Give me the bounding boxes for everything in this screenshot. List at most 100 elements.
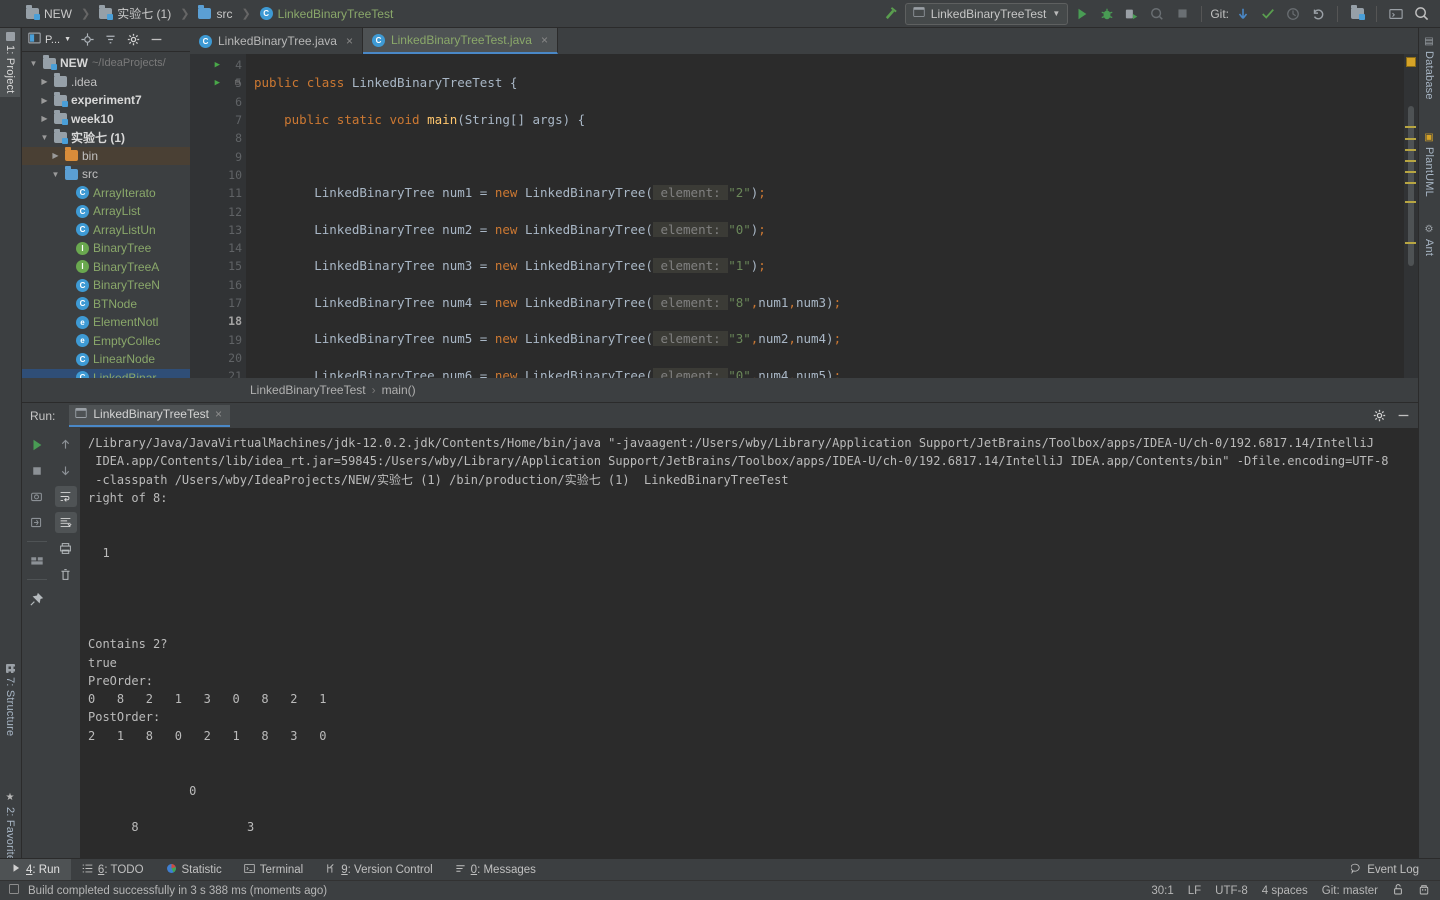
editor-scroll-minimap[interactable]	[1404, 54, 1418, 378]
line-separator[interactable]: LF	[1188, 885, 1201, 897]
gutter-line[interactable]: 4 ▶	[190, 56, 246, 74]
settings-gear-icon[interactable]	[1372, 409, 1386, 423]
run-gutter-icon[interactable]: ▶	[215, 60, 220, 70]
run-configuration-selector[interactable]: LinkedBinaryTreeTest ▼	[904, 2, 1069, 25]
stop-icon[interactable]	[1171, 3, 1193, 25]
git-branch[interactable]: Git: master	[1322, 885, 1378, 897]
breadcrumb-item-new[interactable]: NEW	[22, 5, 76, 23]
tree-node[interactable]: ▶ .idea	[22, 73, 190, 92]
tree-node[interactable]: e EmptyCollec	[22, 332, 190, 351]
code-fold-icon[interactable]: ⊟	[235, 78, 240, 88]
close-icon[interactable]: ×	[215, 407, 222, 421]
scroll-down-icon[interactable]	[55, 460, 77, 481]
tree-node[interactable]: C BTNode	[22, 295, 190, 314]
gutter-line[interactable]: 9	[190, 147, 246, 165]
tool-button-statistic[interactable]: Statistic	[155, 859, 233, 881]
dump-threads-icon[interactable]	[26, 486, 48, 507]
history-icon[interactable]	[1282, 3, 1304, 25]
line-number-gutter[interactable]: 4 ▶ 5 ▶ ⊟ 6 7 8 9 10 11 12 13 14 15 16 17 18 19 20 21	[190, 54, 246, 378]
rerun-icon[interactable]	[26, 434, 48, 455]
tree-node[interactable]: C ArrayIterato	[22, 184, 190, 203]
gutter-line[interactable]: 5 ▶ ⊟	[190, 74, 246, 92]
chevron-right-icon[interactable]: ▶	[50, 151, 61, 160]
close-icon[interactable]: ×	[541, 33, 548, 47]
print-icon[interactable]	[55, 538, 77, 559]
rollback-icon[interactable]	[1307, 3, 1329, 25]
breadcrumb-method[interactable]: main()	[382, 383, 416, 397]
scroll-up-icon[interactable]	[55, 434, 77, 455]
breadcrumb-class[interactable]: LinkedBinaryTreeTest	[250, 383, 366, 397]
breadcrumb-item-src[interactable]: src	[194, 5, 236, 23]
tree-node[interactable]: e ElementNotl	[22, 313, 190, 332]
sidebar-item-ant[interactable]: ⚙ Ant	[1419, 220, 1439, 260]
run-icon[interactable]	[1071, 3, 1093, 25]
stop-icon[interactable]	[26, 460, 48, 481]
tree-node[interactable]: ▶ bin	[22, 146, 190, 165]
tree-node[interactable]: ▶ experiment7	[22, 91, 190, 110]
gutter-line[interactable]: 17	[190, 294, 246, 312]
tree-node[interactable]: C ArrayListUn	[22, 221, 190, 240]
update-project-icon[interactable]	[1232, 3, 1254, 25]
inspection-status-icon[interactable]	[1406, 57, 1416, 67]
gutter-line[interactable]: 11	[190, 184, 246, 202]
breadcrumb-item-experiment[interactable]: 实验七 (1)	[95, 3, 175, 24]
tree-node[interactable]: ▶ week10	[22, 110, 190, 129]
tree-node[interactable]: ▼ NEW ~/IdeaProjects/	[22, 54, 190, 73]
sidebar-item-plantuml[interactable]: ▣ PlantUML	[1419, 128, 1439, 201]
tree-node[interactable]: I BinaryTreeA	[22, 258, 190, 277]
tool-button-terminal[interactable]: Terminal	[233, 859, 314, 881]
search-everywhere-icon[interactable]	[1410, 3, 1432, 25]
chevron-right-icon[interactable]: ▶	[39, 114, 50, 123]
chevron-down-icon[interactable]: ▼	[50, 170, 61, 179]
project-view-selector[interactable]: P... ▼	[28, 32, 71, 47]
settings-gear-icon[interactable]	[126, 33, 140, 47]
source-code[interactable]: public class LinkedBinaryTreeTest { publ…	[246, 54, 1418, 378]
tool-button-run[interactable]: 4: Run	[0, 858, 71, 881]
gutter-line[interactable]: 21	[190, 367, 246, 378]
sidebar-item-project[interactable]: 1: Project	[0, 28, 20, 98]
gutter-line[interactable]: 8	[190, 129, 246, 147]
terminal-icon[interactable]	[1385, 3, 1407, 25]
sidebar-item-structure[interactable]: 7: Structure	[0, 660, 20, 740]
project-structure-icon[interactable]	[1346, 3, 1368, 25]
console-output[interactable]: /Library/Java/JavaVirtualMachines/jdk-12…	[80, 428, 1418, 858]
pin-tab-icon[interactable]	[26, 588, 48, 609]
restore-layout-icon[interactable]	[26, 512, 48, 533]
build-hammer-icon[interactable]	[880, 3, 902, 25]
chevron-right-icon[interactable]: ▶	[39, 77, 50, 86]
tree-node[interactable]: C LinkedBinar	[22, 368, 190, 378]
chevron-right-icon[interactable]: ▶	[39, 96, 50, 105]
gutter-line[interactable]: 6	[190, 93, 246, 111]
tool-button-todo[interactable]: 6: TODO	[71, 859, 155, 881]
clear-all-icon[interactable]	[55, 564, 77, 585]
debug-icon[interactable]	[1096, 3, 1118, 25]
commit-icon[interactable]	[1257, 3, 1279, 25]
run-gutter-icon[interactable]: ▶	[215, 78, 220, 88]
tree-node[interactable]: C LinearNode	[22, 350, 190, 369]
tab-linkedbinarytree[interactable]: C LinkedBinaryTree.java ×	[190, 28, 363, 54]
indent-size[interactable]: 4 spaces	[1262, 885, 1308, 897]
profile-icon[interactable]	[1146, 3, 1168, 25]
build-status-icon[interactable]	[8, 883, 20, 898]
tree-node[interactable]: C ArrayList	[22, 202, 190, 221]
print-layout-icon[interactable]	[26, 550, 48, 571]
tool-button-messages[interactable]: 0: Messages	[444, 859, 547, 881]
run-tab-linkedbinarytreetest[interactable]: LinkedBinaryTreeTest ×	[69, 404, 230, 427]
gutter-line[interactable]: 7	[190, 111, 246, 129]
gutter-line[interactable]: 10	[190, 166, 246, 184]
locate-icon[interactable]	[80, 33, 94, 47]
scroll-to-end-icon[interactable]	[54, 512, 77, 533]
file-encoding[interactable]: UTF-8	[1215, 885, 1248, 897]
breadcrumb-item-class[interactable]: C LinkedBinaryTreeTest	[256, 5, 398, 23]
tree-node[interactable]: ▼ src	[22, 165, 190, 184]
tree-node[interactable]: ▼ 实验七 (1)	[22, 128, 190, 147]
tree-node[interactable]: I BinaryTree	[22, 239, 190, 258]
inspector-icon[interactable]	[1418, 883, 1430, 899]
gutter-line[interactable]: 16	[190, 276, 246, 294]
code-editor[interactable]: 4 ▶ 5 ▶ ⊟ 6 7 8 9 10 11 12 13 14 15 16 17 18 19 20 21 public…	[190, 54, 1418, 378]
chevron-down-icon[interactable]: ▼	[39, 133, 50, 142]
gutter-line[interactable]: 18	[190, 312, 246, 330]
close-icon[interactable]: ×	[346, 34, 353, 48]
gutter-line[interactable]: 13	[190, 221, 246, 239]
collapse-all-icon[interactable]	[103, 33, 117, 47]
